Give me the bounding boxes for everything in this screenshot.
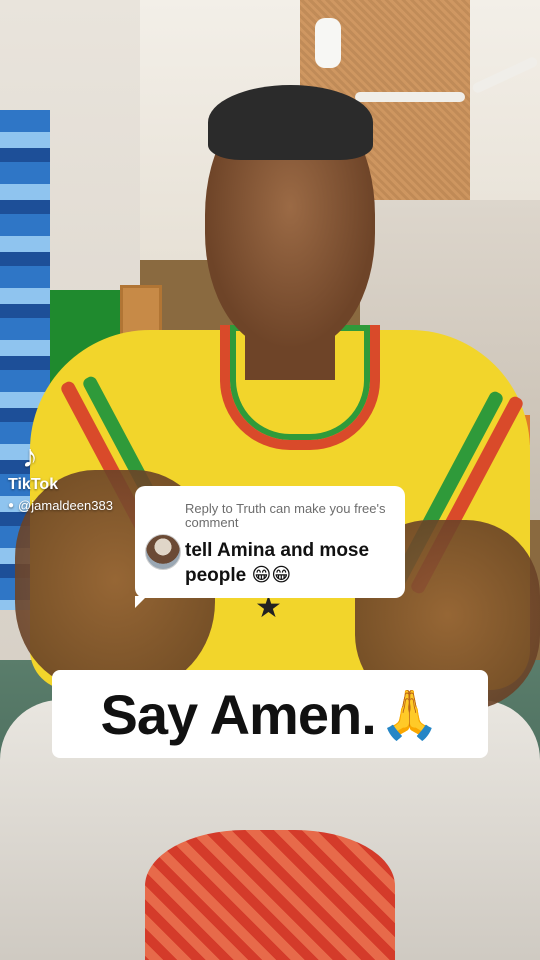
tiktok-note-icon: ♪ [22,438,38,474]
hair [208,85,373,160]
tiktok-username: ● @jamaldeen383 [8,498,113,513]
reply-header: Reply to Truth can make you free's comme… [185,501,386,530]
commenter-avatar [145,534,181,570]
praying-hands-icon: 🙏 [379,688,440,742]
reply-comment-text: tell Amina and mose people 😁😁 [185,540,370,586]
tiktok-brand-label: TikTok [8,476,59,493]
username-label: @jamaldeen383 [18,498,113,513]
caption-banner: Say Amen. 🙏 [52,670,488,758]
tiktok-watermark: ♪ TikTok ● @jamaldeen383 [8,438,113,513]
ceiling-fan-blade [355,92,465,102]
prayer-mat [145,830,395,960]
speech-bubble-tail [135,596,147,608]
reply-comment-card[interactable]: Reply to Truth can make you free's comme… [135,486,405,608]
person-icon: ● [8,500,15,511]
caption-text: Say Amen. [100,682,376,746]
ceiling-lamp [315,18,341,68]
